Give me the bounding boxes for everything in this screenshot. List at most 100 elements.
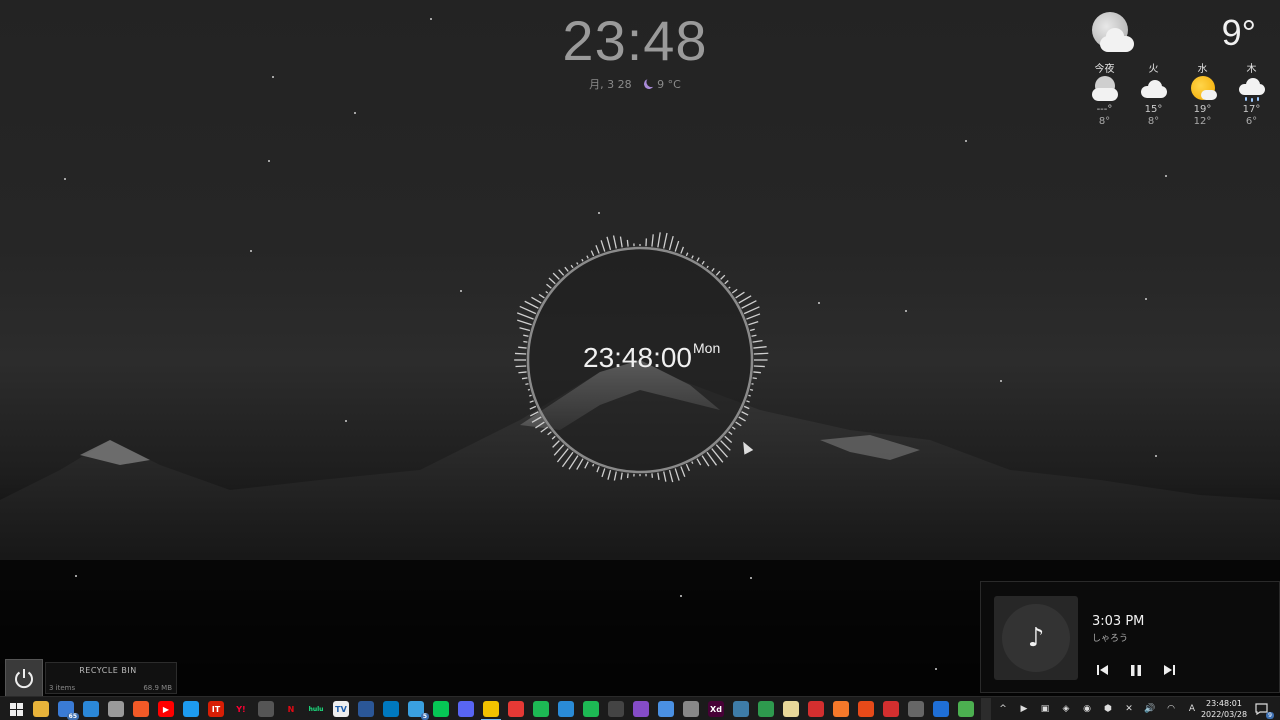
yahoo-icon[interactable]: Y! (233, 701, 249, 717)
skip-back-icon (1096, 665, 1108, 675)
netflix-icon[interactable]: N (283, 701, 299, 717)
youtube-icon[interactable]: ▶ (158, 701, 174, 717)
spotify-icon[interactable] (533, 701, 549, 717)
visualizer-bar (680, 466, 686, 477)
visualizer-bar (741, 411, 749, 416)
visualizer-bar (746, 400, 750, 403)
track-artist: しゃろう (1092, 634, 1129, 644)
show-desktop-scroll[interactable] (981, 698, 991, 720)
visualizer-bar (600, 240, 606, 252)
cloud-app-icon[interactable] (658, 701, 674, 717)
visualizer-bar (748, 320, 759, 326)
tray-app5-icon[interactable]: ✕ (1122, 702, 1136, 716)
maps-app-icon[interactable] (558, 701, 574, 717)
chrome-canary-icon[interactable] (481, 701, 501, 720)
adobe-xd-icon[interactable]: Xd (708, 701, 724, 717)
taskbar-clock-time: 23:48:01 (1206, 699, 1242, 708)
tray-app2-icon[interactable]: ◈ (1059, 702, 1073, 716)
previous-track-button[interactable] (1092, 660, 1112, 680)
taskbar-clock[interactable]: 23:48:01 2022/03/28 (1196, 698, 1252, 720)
tver-icon[interactable]: TV (333, 701, 349, 717)
media-app-icon[interactable] (508, 701, 524, 717)
film-app-icon[interactable] (908, 701, 924, 717)
hulu-icon[interactable]: hulu (308, 701, 324, 717)
visualizer-bar (691, 461, 694, 464)
document-app-icon[interactable] (783, 701, 799, 717)
spotify-alt-icon[interactable] (583, 701, 599, 717)
tray-app3-icon[interactable]: ◉ (1080, 702, 1094, 716)
visualizer-bar (519, 305, 537, 315)
visualizer-bar (696, 458, 702, 466)
visualizer-bar (680, 246, 685, 254)
visualizer-bar (674, 468, 680, 481)
visualizer-bar (691, 255, 694, 259)
tray-app4-icon[interactable]: ⬢ (1101, 702, 1115, 716)
night-cloud-icon (1086, 10, 1134, 56)
visualizer-bar (548, 277, 556, 285)
github-icon[interactable] (608, 701, 624, 717)
power-button[interactable] (5, 659, 43, 697)
green-shield-icon[interactable] (958, 701, 974, 717)
green-app-icon[interactable] (758, 701, 774, 717)
visualizer-bar (706, 265, 709, 269)
store-icon[interactable] (83, 701, 99, 717)
folder-icon[interactable] (108, 701, 124, 717)
visualizer-bar (619, 236, 623, 248)
visualizer-bar (720, 440, 731, 451)
visual-studio-icon[interactable] (633, 701, 649, 717)
volume-icon[interactable]: 🔊 (1143, 702, 1157, 716)
visualizer-bar (748, 394, 751, 397)
visualizer-bar (564, 266, 569, 272)
wifi-icon[interactable]: ◠ (1164, 702, 1178, 716)
edge-icon[interactable] (933, 701, 949, 717)
visualizer-bar (724, 280, 729, 285)
brave-icon[interactable] (133, 701, 149, 717)
visualizer-bar (657, 472, 660, 480)
visualizer-bar (516, 312, 534, 320)
next-track-button[interactable] (1159, 660, 1179, 680)
top-clock-widget: 23:48 月, 3 28 9 °C (535, 10, 735, 92)
file-explorer-icon[interactable] (33, 701, 49, 717)
discord-icon[interactable] (458, 701, 474, 717)
visualizer-bar (751, 334, 757, 337)
visualizer-bar (663, 232, 668, 249)
pause-button[interactable] (1126, 660, 1146, 680)
taskbar-clock-date: 2022/03/28 (1200, 710, 1248, 719)
code-app-icon[interactable] (358, 701, 374, 717)
weather-widget[interactable]: 9° 今夜 ---° 8° 火 15° 8° 水 19° 12° 木 17° 6… (1080, 6, 1280, 136)
office-icon[interactable] (858, 701, 874, 717)
recycle-bin-widget[interactable]: RECYCLE BIN 3 items 68.9 MB (45, 662, 177, 694)
forecast-day: 水 19° 12° (1178, 60, 1227, 128)
visualizer-bar (749, 388, 754, 391)
visualizer-bar (515, 365, 527, 368)
visualizer-bar (735, 421, 742, 427)
tray-play-icon[interactable]: ▶ (1017, 702, 1031, 716)
tray-expand-icon[interactable]: ^ (996, 702, 1010, 716)
image-app-icon[interactable] (733, 701, 749, 717)
visualizer-bar (706, 451, 718, 466)
visualizer-bar (728, 286, 731, 289)
itmedia-icon[interactable]: IT (208, 701, 224, 717)
trello-icon[interactable] (383, 701, 399, 717)
top-clock-date: 月, 3 28 (589, 78, 632, 91)
visualizer-bar (546, 283, 552, 289)
recycle-bin-title: RECYCLE BIN (79, 666, 137, 675)
visualizer-bar (514, 352, 527, 355)
stop-app-icon[interactable] (808, 701, 824, 717)
forecast-day: 火 15° 8° (1129, 60, 1178, 128)
start-icon[interactable] (8, 701, 24, 717)
visualizer-bar (701, 260, 705, 265)
tray-app1-icon[interactable]: ▣ (1038, 702, 1052, 716)
visualizer-bar (576, 262, 579, 265)
twitter-icon[interactable] (183, 701, 199, 717)
top-clock-time: 23:48 (562, 9, 708, 72)
power-app-icon[interactable] (883, 701, 899, 717)
nicovideo-icon[interactable] (258, 701, 274, 717)
line-icon[interactable] (433, 701, 449, 717)
mail-icon[interactable]: 65 (58, 701, 79, 720)
blender-icon[interactable] (833, 701, 849, 717)
notes-app-icon[interactable]: 5 (408, 701, 429, 720)
visualizer-bar (612, 235, 617, 249)
tool-app-icon[interactable] (683, 701, 699, 717)
notification-center-button[interactable]: 9 (1253, 702, 1274, 719)
